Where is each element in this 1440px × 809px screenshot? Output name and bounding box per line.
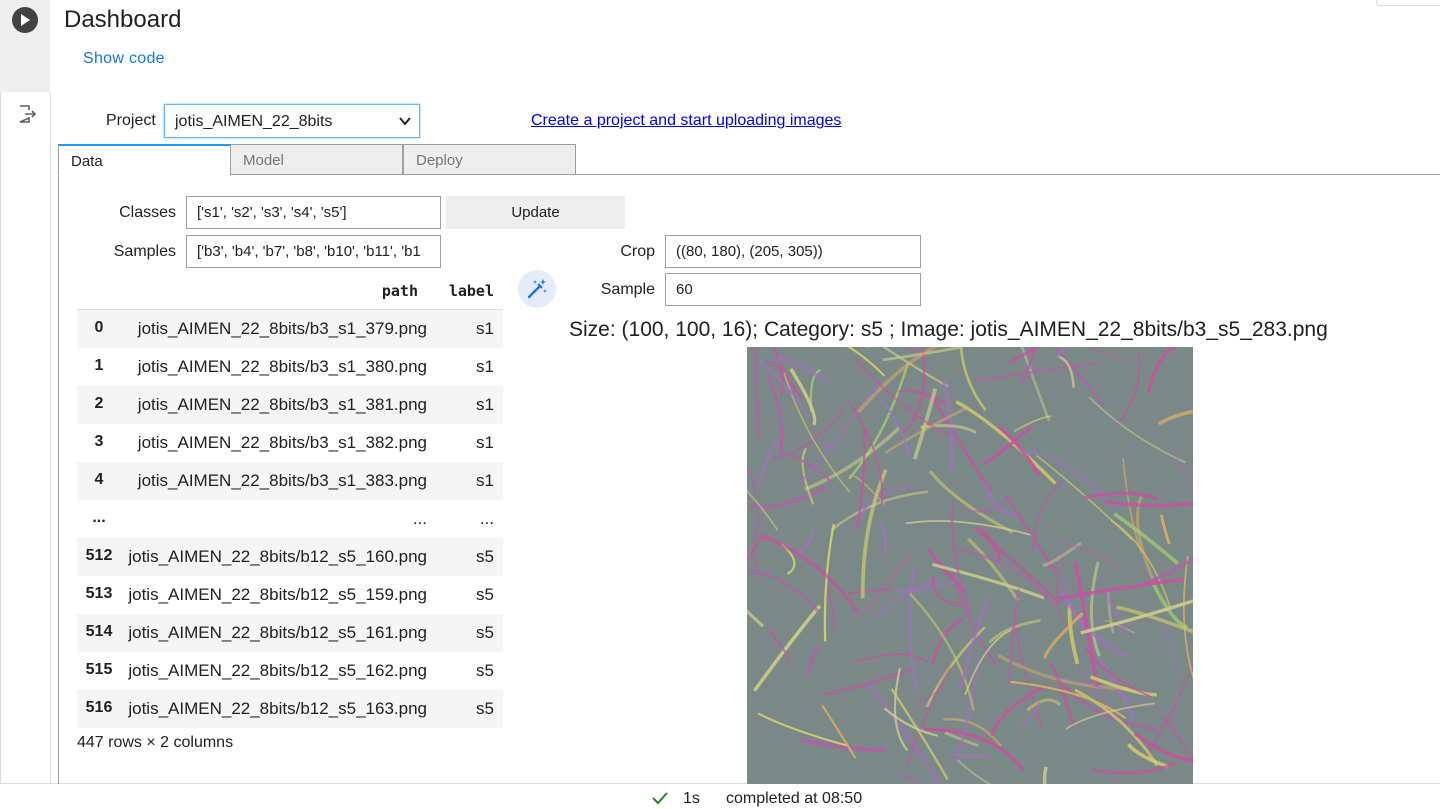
row-index: 512 <box>85 547 113 564</box>
dataframe-body: 0 jotis_AIMEN_22_8bits/b3_s1_379.png s1 1 jo… <box>77 310 503 728</box>
row-index: 514 <box>85 623 113 640</box>
tab-deploy[interactable]: Deploy <box>403 144 576 175</box>
output-redirect-icon[interactable] <box>17 104 37 124</box>
show-code-link[interactable]: Show code <box>83 50 165 68</box>
row-path: jotis_AIMEN_22_8bits/b3_s1_380.png <box>137 357 427 376</box>
sample-label: Sample <box>600 281 655 298</box>
row-index: 1 <box>94 357 104 374</box>
sample-image-texture <box>747 347 1193 784</box>
magic-wand-button[interactable] <box>518 270 556 308</box>
create-project-link[interactable]: Create a project and start uploading ima… <box>531 112 841 130</box>
row-path: jotis_AIMEN_22_8bits/b3_s1_382.png <box>137 433 427 452</box>
sample-input[interactable]: 60 <box>665 273 921 306</box>
dataframe-table: path label 0 jotis_AIMEN_22_8bits/b3_s1_3… <box>77 274 503 728</box>
row-label: s1 <box>476 357 494 376</box>
magic-wand-icon <box>527 279 547 299</box>
project-select[interactable]: jotis_AIMEN_22_8bits <box>164 104 420 138</box>
row-path: jotis_AIMEN_22_8bits/b12_s5_160.png <box>128 547 427 566</box>
dataframe-header: path label <box>77 274 503 310</box>
row-path: jotis_AIMEN_22_8bits/b3_s1_381.png <box>137 395 427 414</box>
row-index: 2 <box>94 395 104 412</box>
project-select-value: jotis_AIMEN_22_8bits <box>175 113 333 130</box>
table-row: 0 jotis_AIMEN_22_8bits/b3_s1_379.png s1 <box>77 310 503 348</box>
row-index: ... <box>92 509 106 526</box>
row-index: 4 <box>94 471 104 488</box>
column-header-label: label <box>448 282 494 300</box>
table-row: 514 jotis_AIMEN_22_8bits/b12_s5_161.png s5 <box>77 614 503 652</box>
table-row: 512 jotis_AIMEN_22_8bits/b12_s5_160.png s5 <box>77 538 503 576</box>
tab-label: Deploy <box>416 152 463 169</box>
table-row: 515 jotis_AIMEN_22_8bits/b12_s5_162.png s5 <box>77 652 503 690</box>
tab-label: Model <box>243 152 284 169</box>
status-bar <box>0 785 1440 809</box>
table-row: 4 jotis_AIMEN_22_8bits/b3_s1_383.png s1 <box>77 462 503 500</box>
row-index: 513 <box>85 585 113 602</box>
row-label: ... <box>479 509 494 528</box>
row-label: s1 <box>476 471 494 490</box>
table-row: 1 jotis_AIMEN_22_8bits/b3_s1_380.png s1 <box>77 348 503 386</box>
row-label: s5 <box>476 699 494 718</box>
row-path: jotis_AIMEN_22_8bits/b3_s1_383.png <box>137 471 427 490</box>
row-label: s5 <box>476 585 494 604</box>
row-path: jotis_AIMEN_22_8bits/b12_s5_162.png <box>128 661 427 680</box>
row-index: 516 <box>85 699 113 716</box>
row-path: jotis_AIMEN_22_8bits/b3_s1_379.png <box>137 319 427 338</box>
classes-input[interactable]: ['s1', 's2', 's3', 's4', 's5'] <box>186 196 441 229</box>
row-index: 515 <box>85 661 113 678</box>
check-icon <box>652 792 668 805</box>
column-header-path: path <box>381 282 418 300</box>
colab-page: Dashboard Show code Project jotis_AIMEN_… <box>0 0 1440 809</box>
crop-label: Crop <box>620 243 655 260</box>
cell-toolbar-edge <box>1376 0 1440 6</box>
row-path: jotis_AIMEN_22_8bits/b12_s5_161.png <box>128 623 427 642</box>
samples-label: Samples <box>113 243 176 260</box>
row-label: s5 <box>476 623 494 642</box>
table-row: ......... <box>77 500 503 538</box>
table-row: 516 jotis_AIMEN_22_8bits/b12_s5_163.png s5 <box>77 690 503 728</box>
tab-label: Data <box>71 153 103 170</box>
samples-input[interactable]: ['b3', 'b4', 'b7', 'b8', 'b10', 'b11', '… <box>186 235 441 268</box>
chevron-down-icon <box>399 117 411 126</box>
row-index: 3 <box>94 433 104 450</box>
play-icon <box>21 14 30 26</box>
table-row: 513 jotis_AIMEN_22_8bits/b12_s5_159.png s5 <box>77 576 503 614</box>
execution-status: completed at 08:50 <box>726 790 863 807</box>
row-label: s1 <box>476 395 494 414</box>
sample-image <box>747 347 1193 784</box>
dataframe-shape: 447 rows × 2 columns <box>77 734 234 751</box>
table-row: 3 jotis_AIMEN_22_8bits/b3_s1_382.png s1 <box>77 424 503 462</box>
output-gutter-divider <box>50 92 51 784</box>
project-label: Project <box>106 112 156 129</box>
crop-input[interactable]: ((80, 180), (205, 305)) <box>665 235 921 268</box>
classes-label: Classes <box>119 204 176 221</box>
row-path: jotis_AIMEN_22_8bits/b12_s5_163.png <box>128 699 427 718</box>
plot-title: Size: (100, 100, 16); Category: s5 ; Ima… <box>569 318 1328 341</box>
row-label: s1 <box>476 433 494 452</box>
table-row: 2 jotis_AIMEN_22_8bits/b3_s1_381.png s1 <box>77 386 503 424</box>
execution-duration: 1s <box>683 790 700 807</box>
row-label: s5 <box>476 661 494 680</box>
update-button[interactable]: Update <box>446 196 625 229</box>
run-cell-button[interactable] <box>12 7 38 33</box>
row-path: ... <box>412 509 427 528</box>
tab-data[interactable]: Data <box>58 144 231 176</box>
row-label: s5 <box>476 547 494 566</box>
row-index: 0 <box>94 319 104 336</box>
row-label: s1 <box>476 319 494 338</box>
row-path: jotis_AIMEN_22_8bits/b12_s5_159.png <box>128 585 427 604</box>
tab-model[interactable]: Model <box>230 144 403 175</box>
cell-title: Dashboard <box>64 6 182 33</box>
